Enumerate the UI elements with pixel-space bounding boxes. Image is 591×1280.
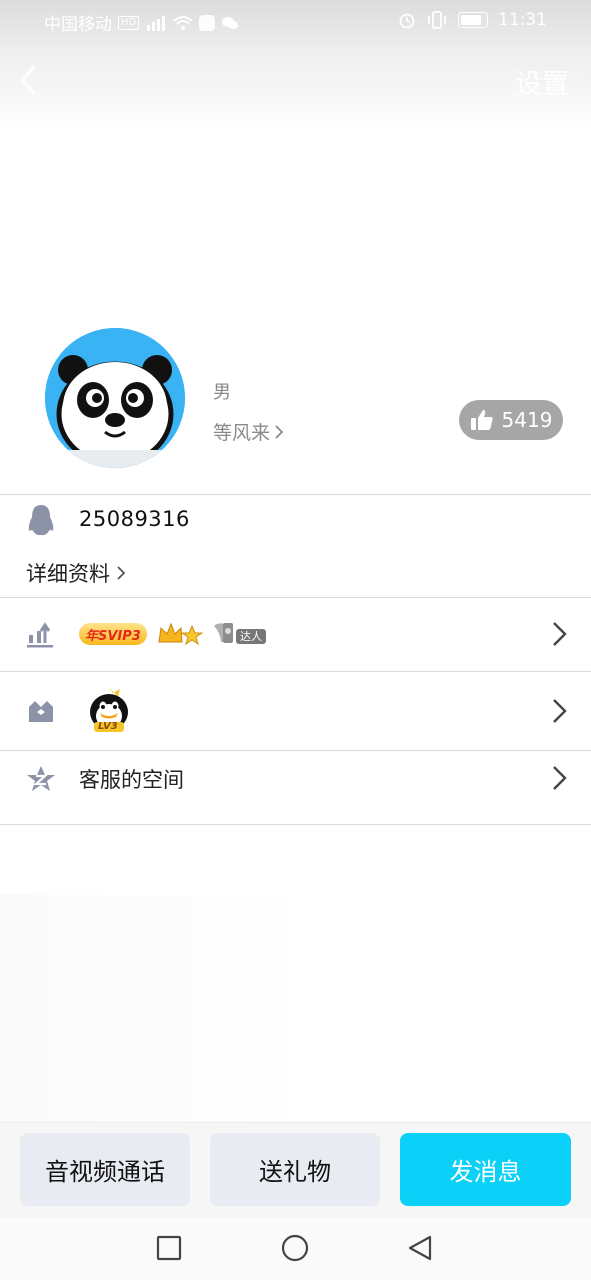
avatar[interactable] <box>45 328 185 468</box>
penguin-icon <box>28 505 54 536</box>
chevron-right-icon[interactable] <box>551 764 569 792</box>
like-count: 5419 <box>501 408 553 432</box>
signature-link[interactable]: 等风来 <box>213 418 284 445</box>
vibrate-icon <box>428 11 446 29</box>
status-right: 11:31 <box>398 10 547 30</box>
send-gift-button[interactable]: 送礼物 <box>210 1133 380 1206</box>
clock: 11:31 <box>498 10 547 30</box>
svip-badge: 年SVIP3 <box>79 623 147 645</box>
level-up-icon <box>27 622 53 648</box>
qq-number: 25089316 <box>79 507 190 531</box>
alarm-icon <box>399 13 415 29</box>
qzone-star-icon <box>27 766 55 791</box>
signature-text: 等风来 <box>213 422 271 444</box>
settings-button[interactable]: 设置 <box>515 62 569 101</box>
gender-label: 男 <box>213 382 231 403</box>
carrier-label: 中国移动 <box>44 15 112 35</box>
achievement-label: 达人 <box>236 629 266 644</box>
system-nav-bar <box>0 1218 591 1280</box>
thumbs-up-icon <box>470 410 493 430</box>
wechat-icon <box>222 16 239 29</box>
status-bar: 中国移动 HD 11:31 <box>0 0 591 40</box>
hd-badge: HD <box>118 15 140 30</box>
back-nav-icon[interactable] <box>406 1234 434 1262</box>
detail-profile-link[interactable]: 详细资料 <box>26 558 126 588</box>
crown-icon <box>29 701 53 722</box>
panda-avatar-image <box>45 328 185 468</box>
like-button[interactable]: 5419 <box>459 400 563 440</box>
crown-star-icon <box>158 622 203 646</box>
send-message-button[interactable]: 发消息 <box>400 1133 571 1206</box>
home-icon[interactable] <box>281 1234 309 1262</box>
av-call-button[interactable]: 音视频通话 <box>20 1133 190 1206</box>
achievement-badge: 达人 <box>212 620 272 648</box>
divider <box>0 494 591 495</box>
chevron-right-icon[interactable] <box>551 620 569 648</box>
signal-icon <box>147 15 166 31</box>
battery-icon <box>458 12 488 28</box>
app-notification-icon <box>199 14 216 31</box>
chevron-right-icon <box>117 566 126 580</box>
faded-background-area <box>0 895 291 1125</box>
qzone-label: 客服的空间 <box>79 768 184 792</box>
detail-label: 详细资料 <box>26 562 110 586</box>
chevron-right-icon[interactable] <box>551 697 569 725</box>
wifi-icon <box>173 15 193 30</box>
divider <box>0 824 591 825</box>
status-left: 中国移动 HD <box>44 10 239 35</box>
recent-apps-icon[interactable] <box>156 1235 182 1261</box>
level-label: LV3 <box>98 721 118 732</box>
back-arrow-icon[interactable] <box>14 62 44 98</box>
chevron-right-icon <box>275 424 284 439</box>
